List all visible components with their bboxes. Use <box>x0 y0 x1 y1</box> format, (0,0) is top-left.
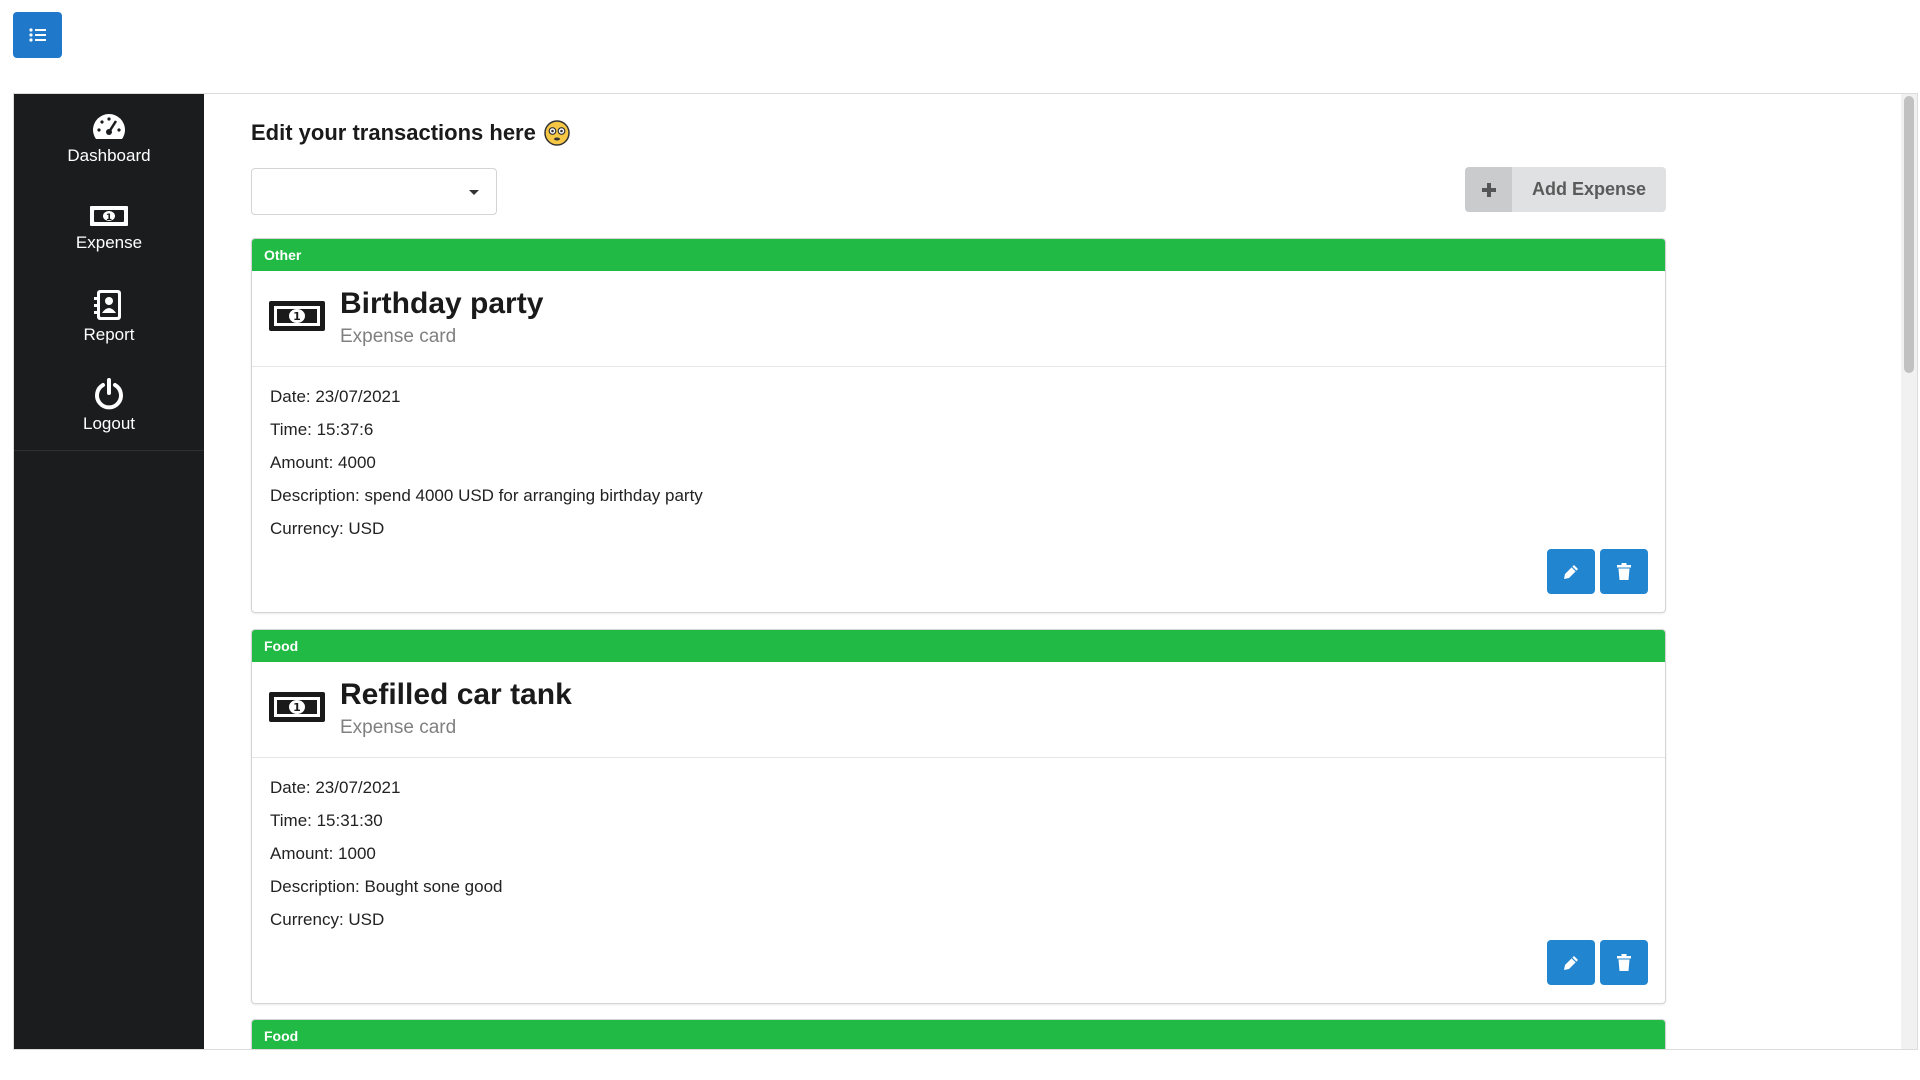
pencil-icon <box>1564 564 1578 579</box>
sidebar-item-label: Report <box>83 324 135 344</box>
expense-card: Other 1 Birthday party Expense card Date… <box>251 238 1666 613</box>
scrollbar-thumb[interactable] <box>1904 96 1914 373</box>
card-header: 1 Birthday party Expense card <box>252 271 1665 367</box>
card-actions <box>1547 549 1648 594</box>
tachometer-icon <box>93 113 125 139</box>
card-title: Refilled car tank <box>340 678 572 711</box>
svg-text:1: 1 <box>106 213 112 223</box>
page-title: Edit your transactions here <box>251 120 570 146</box>
expense-card: Food 1 Refilled car tank Expense card Da… <box>251 629 1666 1004</box>
money-bill-icon: 1 <box>269 301 325 331</box>
card-description: Description: spend 4000 USD for arrangin… <box>270 486 703 505</box>
card-subtitle: Expense card <box>340 717 457 738</box>
delete-button[interactable] <box>1600 940 1648 985</box>
category-filter-dropdown[interactable] <box>251 168 497 215</box>
expense-card: Food <box>251 1019 1666 1049</box>
add-expense-button[interactable]: Add Expense <box>1465 167 1666 212</box>
main-content: Edit your transactions here Add Expense … <box>204 94 1901 1049</box>
card-body: Date: 23/07/2021 Time: 15:37:6 Amount: 4… <box>252 367 1665 612</box>
card-amount: Amount: 1000 <box>270 844 376 863</box>
card-subtitle: Expense card <box>340 326 457 347</box>
card-body: Date: 23/07/2021 Time: 15:31:30 Amount: … <box>252 758 1665 1003</box>
address-book-icon <box>94 289 121 320</box>
sidebar: Dashboard 1 Expense Report Logout <box>14 94 204 1049</box>
card-actions <box>1547 940 1648 985</box>
sidebar-item-report[interactable]: Report <box>14 272 204 361</box>
svg-text:1: 1 <box>293 310 301 323</box>
card-amount: Amount: 4000 <box>270 453 376 472</box>
edit-button[interactable] <box>1547 940 1595 985</box>
card-currency: Currency: USD <box>270 519 385 538</box>
sidebar-item-label: Expense <box>75 232 143 252</box>
money-bill-icon: 1 <box>90 205 128 226</box>
menu-toggle-button[interactable] <box>13 12 62 58</box>
app-frame: Dashboard 1 Expense Report Logout Edit y… <box>13 93 1918 1050</box>
money-bill-icon: 1 <box>269 692 325 722</box>
card-title: Birthday party <box>340 287 544 320</box>
add-expense-label: Add Expense <box>1531 179 1647 199</box>
edit-button[interactable] <box>1547 549 1595 594</box>
list-icon <box>28 28 46 42</box>
category-label: Food <box>252 1020 1665 1049</box>
vertical-scrollbar[interactable] <box>1901 94 1917 1049</box>
svg-text:1: 1 <box>293 701 301 714</box>
sidebar-item-expense[interactable]: 1 Expense <box>14 183 204 272</box>
card-currency: Currency: USD <box>270 910 385 929</box>
card-description: Description: Bought sone good <box>270 877 503 896</box>
card-header: 1 Refilled car tank Expense card <box>252 662 1665 758</box>
caret-down-icon <box>469 190 479 195</box>
trash-icon <box>1617 953 1631 971</box>
card-time: Time: 15:37:6 <box>270 420 374 439</box>
category-label: Other <box>252 239 1665 271</box>
sidebar-divider <box>14 450 204 451</box>
card-date: Date: 23/07/2021 <box>270 778 401 797</box>
delete-button[interactable] <box>1600 549 1648 594</box>
sidebar-item-dashboard[interactable]: Dashboard <box>14 94 204 183</box>
card-time: Time: 15:31:30 <box>270 811 383 830</box>
sidebar-item-label: Logout <box>83 413 135 433</box>
trash-icon <box>1617 562 1631 580</box>
sidebar-item-label: Dashboard <box>67 145 151 165</box>
flushed-face-emoji <box>544 120 570 146</box>
plus-icon <box>1465 167 1512 212</box>
pencil-icon <box>1564 955 1578 970</box>
power-icon <box>95 377 123 409</box>
sidebar-item-logout[interactable]: Logout <box>14 361 204 450</box>
card-date: Date: 23/07/2021 <box>270 387 401 406</box>
category-label: Food <box>252 630 1665 662</box>
